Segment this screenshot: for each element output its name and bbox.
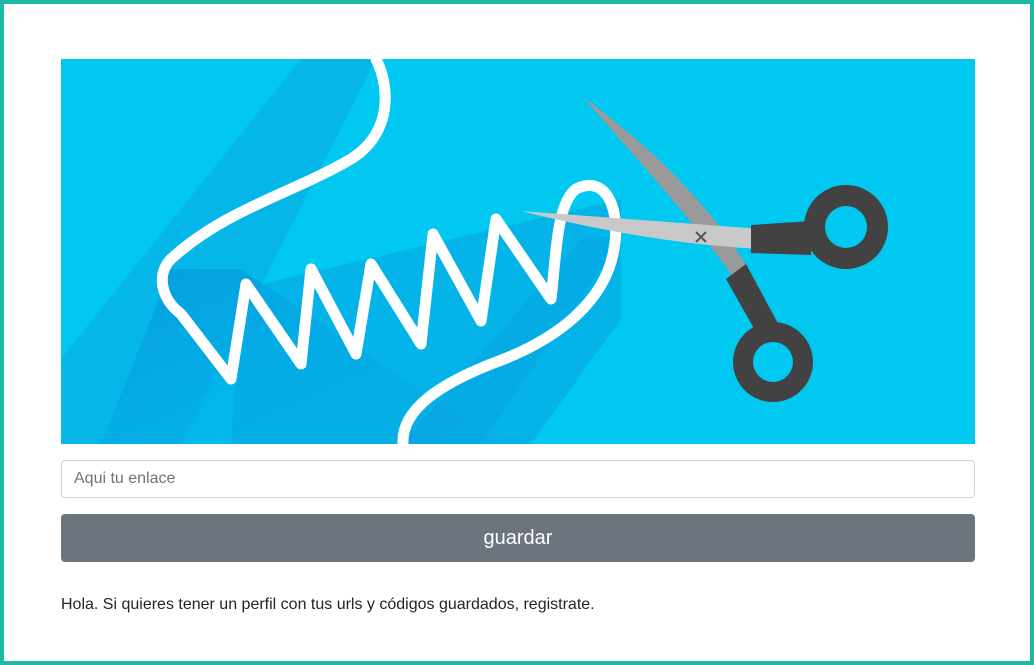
scissors-cutting-cord-illustration bbox=[61, 59, 975, 444]
link-input[interactable] bbox=[61, 460, 975, 498]
register-message: Hola. Si quieres tener un perfil con tus… bbox=[61, 596, 595, 613]
save-button[interactable]: guardar bbox=[61, 514, 975, 562]
hero-banner bbox=[61, 59, 975, 444]
page-frame: guardar Hola. Si quieres tener un perfil… bbox=[0, 0, 1034, 665]
